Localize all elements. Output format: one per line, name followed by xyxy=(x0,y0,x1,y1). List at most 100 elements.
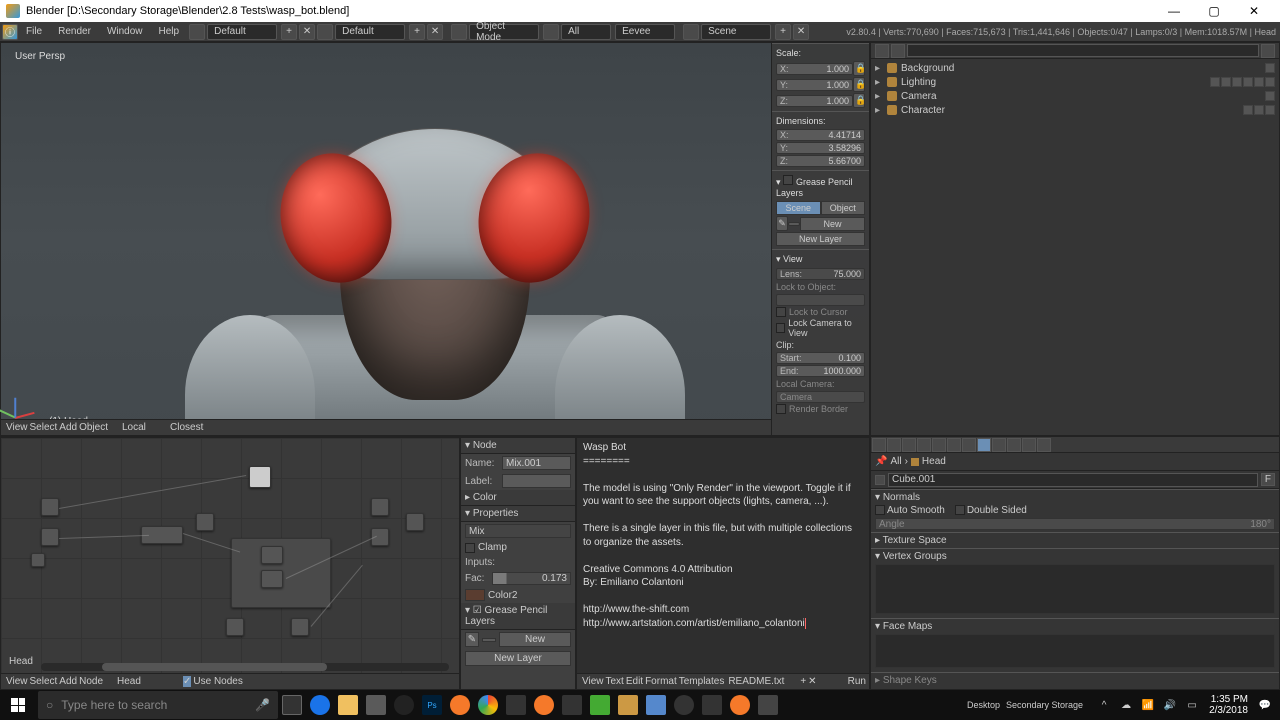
tb-app-icon[interactable] xyxy=(502,690,530,720)
proptab-data-icon[interactable] xyxy=(977,438,991,452)
proptab-world-icon[interactable] xyxy=(917,438,931,452)
fac-slider[interactable]: 0.173 xyxy=(492,572,571,585)
tray-up-icon[interactable]: ^ xyxy=(1095,696,1113,714)
engine-dropdown[interactable]: Eevee xyxy=(615,24,675,40)
restrict-view-icon[interactable] xyxy=(1210,77,1220,87)
outliner-item-background[interactable]: ▸Background xyxy=(873,61,1277,75)
vgroups-title[interactable]: ▾ Vertex Groups xyxy=(875,551,1275,562)
node[interactable] xyxy=(196,513,214,531)
pencil-icon[interactable]: ✎ xyxy=(465,632,479,647)
hscroll[interactable] xyxy=(41,663,449,671)
bc-pin-icon[interactable]: 📌 xyxy=(875,456,887,467)
clip-end-field[interactable]: End:1000.000 xyxy=(776,365,865,377)
gp-title[interactable]: ▾ Grease Pencil Layers xyxy=(776,173,865,200)
tb-app-icon[interactable] xyxy=(754,690,782,720)
mode-dropdown[interactable]: Object Mode xyxy=(469,24,539,40)
search-box[interactable]: ○ Type here to search🎤 xyxy=(38,691,278,719)
node[interactable] xyxy=(406,513,424,531)
text-file-field[interactable]: README.txt xyxy=(728,676,798,687)
facemaps-title[interactable]: ▾ Face Maps xyxy=(875,621,1275,632)
restrict-view-icon[interactable] xyxy=(1265,91,1275,101)
normals-title[interactable]: ▾ Normals xyxy=(875,492,1275,503)
clip-start-field[interactable]: Start:0.100 xyxy=(776,352,865,364)
tb-explorer-icon[interactable] xyxy=(334,690,362,720)
tb-app-icon[interactable] xyxy=(698,690,726,720)
vh-object[interactable]: Object xyxy=(79,422,108,433)
tb-app-icon[interactable] xyxy=(670,690,698,720)
proptab-layers-icon[interactable] xyxy=(887,438,901,452)
lens-field[interactable]: Lens:75.000 xyxy=(776,268,865,280)
tb-app-icon[interactable] xyxy=(642,690,670,720)
proptab-modifiers-icon[interactable] xyxy=(962,438,976,452)
menu-render[interactable]: Render xyxy=(50,26,99,37)
ne-add[interactable]: Add xyxy=(59,676,77,687)
node[interactable] xyxy=(291,618,309,636)
te-text[interactable]: Text xyxy=(606,676,624,687)
menu-window[interactable]: Window xyxy=(99,26,151,37)
snap-target-dropdown[interactable]: Closest xyxy=(170,422,214,433)
renderborder-check[interactable] xyxy=(776,404,786,414)
gp-new-btn[interactable]: New xyxy=(800,217,865,231)
minimize-button[interactable]: — xyxy=(1154,0,1194,22)
proptab-constraints-icon[interactable] xyxy=(947,438,961,452)
dim-title[interactable]: Dimensions: xyxy=(776,114,865,128)
restrict-view-icon[interactable] xyxy=(1265,63,1275,73)
tb-ps-icon[interactable]: Ps xyxy=(418,690,446,720)
layout2-remove-icon[interactable]: ✕ xyxy=(427,24,443,40)
vh-add[interactable]: Add xyxy=(59,422,77,433)
tb-chrome-icon[interactable] xyxy=(474,690,502,720)
gp-newlayer-btn[interactable]: New Layer xyxy=(776,232,865,246)
mesh-f-btn[interactable]: F xyxy=(1261,473,1275,486)
node-label-field[interactable] xyxy=(502,474,571,488)
menu-help[interactable]: Help xyxy=(151,26,188,37)
usenodes-check[interactable]: ✓ xyxy=(183,676,191,687)
ne-select[interactable]: Select xyxy=(30,676,58,687)
node-name-field[interactable]: Mix.001 xyxy=(502,456,571,470)
gp-panel-title[interactable]: ▾ ☑ Grease Pencil Layers xyxy=(461,603,575,630)
blender-logo-icon[interactable]: ⓘ xyxy=(2,24,18,40)
proptab-render-icon[interactable] xyxy=(872,438,886,452)
scene-browse-icon[interactable] xyxy=(683,24,699,40)
layout-add-icon[interactable]: + xyxy=(281,24,297,40)
rendered-character[interactable] xyxy=(195,43,675,435)
scale-lock-icon[interactable]: 🔒 xyxy=(853,77,865,92)
start-button[interactable] xyxy=(0,690,36,720)
scale-x-field[interactable]: X:1.000 xyxy=(776,63,853,75)
te-edit[interactable]: Edit xyxy=(626,676,643,687)
task-view-icon[interactable] xyxy=(278,690,306,720)
scale-y-field[interactable]: Y:1.000 xyxy=(776,79,853,91)
outliner-item-lighting[interactable]: ▸Lighting xyxy=(873,75,1277,89)
restrict-view-icon[interactable] xyxy=(1243,105,1253,115)
scale-lock-icon[interactable]: 🔒 xyxy=(853,93,865,108)
tray-lang-icon[interactable]: ▭ xyxy=(1183,696,1201,714)
lock-obj-field[interactable] xyxy=(776,294,865,306)
props-panel-title[interactable]: ▾ Properties xyxy=(461,506,575,522)
dim-y-field[interactable]: Y:3.58296 xyxy=(776,142,865,154)
vis-icon[interactable] xyxy=(1254,77,1264,87)
proptab-scene-icon[interactable] xyxy=(902,438,916,452)
te-view[interactable]: View xyxy=(582,676,604,687)
lock-camera-check[interactable] xyxy=(776,323,785,333)
tb-store-icon[interactable] xyxy=(362,690,390,720)
vis-icon[interactable] xyxy=(1232,77,1242,87)
text-add-icon[interactable]: + xyxy=(800,676,806,687)
clock[interactable]: 1:35 PM2/3/2018 xyxy=(1203,694,1254,717)
view-title[interactable]: ▾ View xyxy=(776,252,865,267)
outliner-editor-icon[interactable] xyxy=(875,44,889,58)
vis-icon[interactable] xyxy=(1265,105,1275,115)
vis-icon[interactable] xyxy=(1254,105,1264,115)
pencil-icon[interactable]: ✎ xyxy=(776,216,788,231)
outliner-search[interactable] xyxy=(907,44,1259,57)
tb-app-icon[interactable] xyxy=(530,690,558,720)
tb-obs-icon[interactable] xyxy=(390,690,418,720)
menu-file[interactable]: File xyxy=(18,26,50,37)
layout-browse-icon[interactable] xyxy=(189,24,205,40)
tray-cloud-icon[interactable]: ☁ xyxy=(1117,696,1135,714)
tb-app-icon[interactable] xyxy=(558,690,586,720)
gp-scene-btn[interactable]: Scene xyxy=(776,201,821,215)
local-cam-field[interactable]: Camera xyxy=(776,391,865,403)
scale-z-field[interactable]: Z:1.000 xyxy=(776,95,853,107)
scale-title[interactable]: Scale: xyxy=(776,46,865,60)
tray-volume-icon[interactable]: 🔊 xyxy=(1161,696,1179,714)
vh-select[interactable]: Select xyxy=(30,422,58,433)
